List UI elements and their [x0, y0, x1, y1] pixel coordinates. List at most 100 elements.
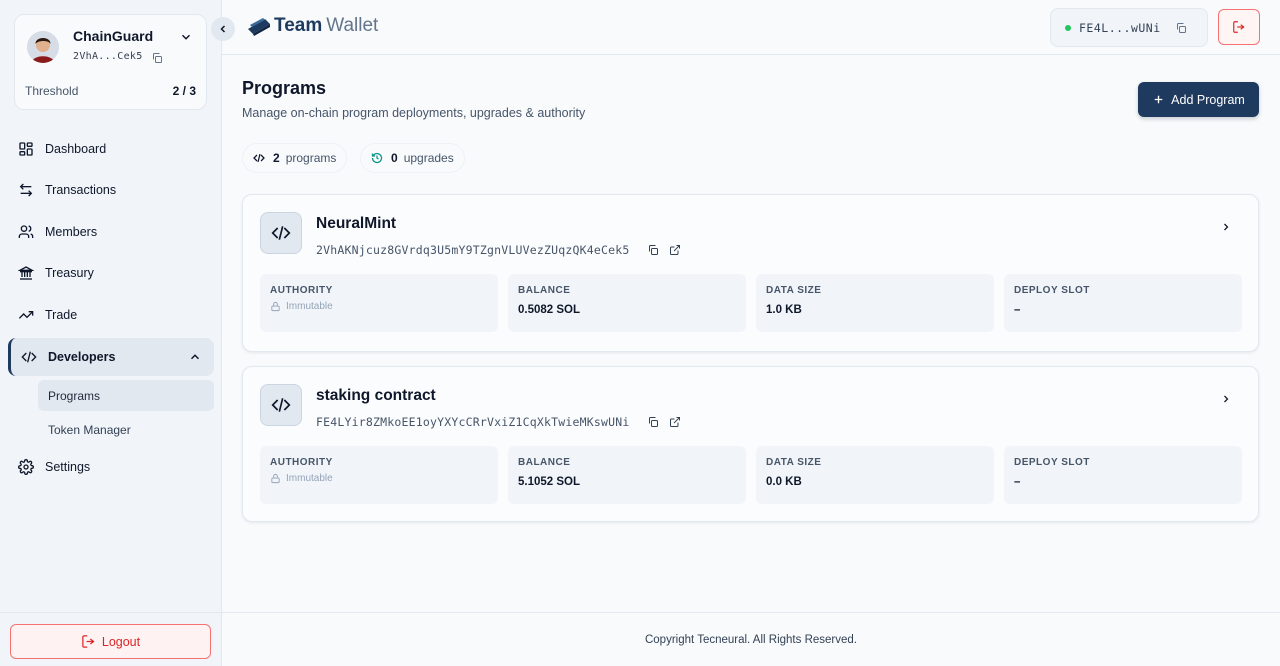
- balance-stat: BALANCE 0.5082 SOL: [508, 274, 746, 332]
- disconnect-button[interactable]: [1218, 9, 1260, 45]
- lock-icon: [271, 301, 280, 312]
- add-program-label: Add Program: [1171, 92, 1245, 107]
- data-size-value: 1.0 KB: [766, 304, 802, 316]
- brand-logo: Team Wallet: [246, 15, 378, 37]
- authority-text: Immutable: [286, 473, 333, 484]
- sidebar-subitem-programs[interactable]: Programs: [38, 380, 214, 411]
- logout-label: Logout: [101, 634, 141, 649]
- sidebar-item-developers[interactable]: Developers: [8, 338, 214, 376]
- program-name: staking contract: [316, 387, 436, 404]
- sidebar-item-treasury[interactable]: Treasury: [8, 254, 214, 292]
- top-header: Team Wallet FE4L...wUNi: [211, 0, 1280, 55]
- threshold-value: 2 / 3: [172, 84, 196, 98]
- sidebar-item-dashboard[interactable]: Dashboard: [8, 130, 214, 168]
- balance-stat: BALANCE 5.1052 SOL: [508, 446, 746, 504]
- footer: Copyright Tecneural. All Rights Reserved…: [222, 612, 1280, 666]
- status-dot: [1065, 24, 1071, 31]
- data-size-stat: DATA SIZE 0.0 KB: [756, 446, 994, 504]
- threshold-label: Threshold: [25, 84, 79, 98]
- program-address: FE4LYir8ZMkoEE1oyYXYcCRrVxiZ1CqXkTwieMKs…: [316, 415, 630, 429]
- sidebar-item-label: Members: [45, 225, 98, 239]
- main-content: Programs Manage on-chain program deploym…: [222, 55, 1280, 612]
- copy-icon[interactable]: [1175, 22, 1187, 34]
- sidebar-item-trade[interactable]: Trade: [8, 296, 214, 334]
- chevron-right-icon: [1224, 223, 1229, 231]
- data-size-stat: DATA SIZE 1.0 KB: [756, 274, 994, 332]
- stat-label: DEPLOY SLOT: [1014, 285, 1090, 296]
- stat-label: DATA SIZE: [766, 457, 822, 468]
- deploy-slot-stat: DEPLOY SLOT –: [1004, 274, 1242, 332]
- program-card[interactable]: staking contract FE4LYir8ZMkoEE1oyYXYcCR…: [242, 366, 1259, 522]
- sidebar-item-label: Treasury: [45, 266, 94, 280]
- authority-stat: AUTHORITY Immutable: [260, 274, 498, 332]
- authority-value: Immutable: [270, 301, 488, 312]
- sidebar-item-label: Dashboard: [45, 142, 107, 156]
- sidebar-footer: Logout: [0, 612, 222, 666]
- stat-label: BALANCE: [518, 457, 571, 468]
- logout-icon: [1233, 21, 1245, 33]
- wallet-address: 2VhA...Cek5: [73, 51, 143, 62]
- sidebar-item-label: Settings: [45, 460, 91, 474]
- programs-count-label: programs: [285, 151, 337, 165]
- plus-icon: [1154, 95, 1163, 104]
- connected-address: FE4L...wUNi: [1079, 20, 1161, 35]
- sidebar-item-label: Developers: [48, 350, 116, 364]
- lock-icon: [271, 473, 280, 484]
- code-icon: [271, 398, 291, 412]
- sidebar-item-label: Transactions: [45, 183, 117, 197]
- stat-label: BALANCE: [518, 285, 571, 296]
- program-icon: [260, 384, 302, 426]
- copy-icon[interactable]: [647, 416, 659, 428]
- copy-icon[interactable]: [647, 244, 659, 256]
- users-icon: [18, 225, 34, 238]
- chevron-up-icon: [190, 354, 200, 360]
- upgrades-count-badge: 0 upgrades: [360, 143, 465, 173]
- balance-value: 0.5082 SOL: [518, 304, 581, 316]
- chevron-left-icon: [220, 25, 226, 33]
- chevron-down-icon[interactable]: [179, 30, 193, 44]
- deploy-slot-value: –: [1014, 304, 1021, 316]
- balance-value: 5.1052 SOL: [518, 476, 581, 488]
- trending-up-icon: [18, 311, 34, 319]
- sidebar: ChainGuard 2VhA...Cek5 Threshold 2 / 3 D…: [0, 0, 222, 666]
- page-title: Programs: [242, 78, 327, 98]
- code-icon: [21, 351, 37, 363]
- stat-label: DATA SIZE: [766, 285, 822, 296]
- authority-text: Immutable: [286, 301, 333, 312]
- copy-icon[interactable]: [151, 52, 163, 64]
- program-name: NeuralMint: [316, 215, 397, 232]
- external-link-icon[interactable]: [669, 416, 681, 428]
- brand-name-bold: Team: [274, 15, 323, 36]
- wallet-switcher[interactable]: ChainGuard 2VhA...Cek5 Threshold 2 / 3: [14, 14, 207, 110]
- dashboard-icon: [19, 142, 33, 156]
- connected-address-pill[interactable]: FE4L...wUNi: [1050, 8, 1208, 47]
- gear-icon: [18, 459, 34, 475]
- program-card[interactable]: NeuralMint 2VhAKNjcuz8GVrdq3U5mY9TZgnVLU…: [242, 194, 1259, 352]
- code-icon: [271, 226, 291, 240]
- stat-label: AUTHORITY: [270, 285, 333, 296]
- program-icon: [260, 212, 302, 254]
- wallet-name: ChainGuard: [73, 28, 154, 44]
- deploy-slot-stat: DEPLOY SLOT –: [1004, 446, 1242, 504]
- avatar: [27, 31, 59, 63]
- chevron-right-icon: [1224, 395, 1229, 403]
- sidebar-subitem-token-manager[interactable]: Token Manager: [38, 414, 214, 445]
- programs-count-badge: 2 programs: [242, 143, 348, 173]
- logout-icon: [82, 635, 95, 648]
- collapse-sidebar-button[interactable]: [211, 17, 235, 41]
- brand-name-light: Wallet: [326, 15, 379, 36]
- upgrades-count: 0: [391, 151, 398, 165]
- arrows-left-right-icon: [19, 183, 33, 197]
- add-program-button[interactable]: Add Program: [1138, 82, 1259, 117]
- page-subtitle: Manage on-chain program deployments, upg…: [242, 106, 586, 120]
- authority-stat: AUTHORITY Immutable: [260, 446, 498, 504]
- copyright-text: Copyright Tecneural. All Rights Reserved…: [644, 633, 857, 646]
- logout-button[interactable]: Logout: [10, 624, 211, 659]
- deploy-slot-value: –: [1014, 476, 1021, 488]
- data-size-value: 0.0 KB: [766, 476, 802, 488]
- external-link-icon[interactable]: [669, 244, 681, 256]
- sidebar-item-transactions[interactable]: Transactions: [8, 171, 214, 209]
- sidebar-item-settings[interactable]: Settings: [8, 448, 214, 486]
- programs-count: 2: [273, 151, 280, 165]
- sidebar-item-members[interactable]: Members: [8, 213, 214, 251]
